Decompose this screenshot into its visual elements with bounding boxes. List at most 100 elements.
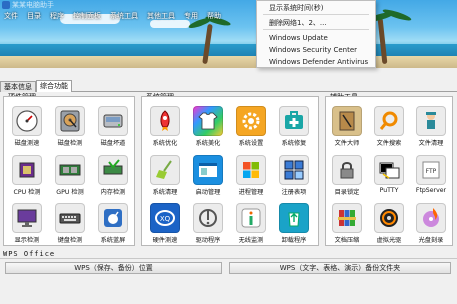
tool-putty[interactable]: PuTTY — [370, 155, 408, 201]
tab-strip: 基本信息 综合功能 — [0, 80, 72, 92]
menu-file[interactable]: 文件 — [4, 11, 18, 21]
menu-control-panel[interactable]: 控制面板 — [73, 11, 101, 21]
firstaid-icon — [285, 111, 303, 129]
ftp-icon: FTP — [422, 161, 440, 179]
tool-file-search[interactable]: 文件搜索 — [370, 106, 408, 152]
tool-label: 系统优化 — [152, 140, 178, 147]
tool-label: 系统美化 — [195, 140, 221, 147]
tool-label: 磁盘检测 — [57, 140, 83, 147]
tool-disc-burn[interactable]: 光盘刻录 — [412, 203, 450, 249]
menu-program[interactable]: 程序 — [50, 11, 64, 21]
tool-uninstall[interactable]: 卸载程序 — [275, 203, 313, 249]
menu-system-tools[interactable]: 系统工具 — [110, 11, 138, 21]
group-system: 系统优化 系统美化 系统设置 系统修复 系统清理 启动管理 进程管理 注册表项 … — [141, 96, 319, 246]
tool-disk-speed[interactable]: 磁盘测速 — [8, 106, 46, 152]
menu-separator — [263, 14, 369, 15]
tool-label: 显示检测 — [14, 237, 40, 244]
disk-speed-icon — [16, 110, 38, 132]
tool-wireless-monitor[interactable]: 无线监测 — [232, 203, 270, 249]
tool-label: 光盘刻录 — [418, 237, 444, 244]
menu-special[interactable]: 专用 — [184, 11, 198, 21]
menu-option-defender[interactable]: Windows Defender Antivirus — [269, 58, 368, 66]
tool-file-master[interactable]: 文件大师 — [328, 106, 366, 152]
tool-label: 系统设置 — [238, 140, 264, 147]
tool-label: 系统修复 — [281, 140, 307, 147]
tab-general-functions[interactable]: 综合功能 — [36, 80, 72, 92]
tool-hardware-benchmark[interactable]: XQ 硬件测速 — [146, 203, 184, 249]
tool-label: 目录锁定 — [334, 189, 360, 196]
tool-cpu-check[interactable]: CPU 检测 — [8, 155, 46, 201]
menu-option-windows-update[interactable]: Windows Update — [269, 34, 328, 42]
menu-option-security-center[interactable]: Windows Security Center — [269, 46, 357, 54]
svg-text:FTP: FTP — [426, 168, 437, 175]
cpu-icon — [19, 162, 35, 178]
tool-archive[interactable]: 文档压缩 — [328, 203, 366, 249]
search-icon — [379, 111, 398, 130]
status-label: WPS Office — [3, 250, 56, 258]
tool-system-optimize[interactable]: 系统优化 — [146, 106, 184, 152]
tool-gpu-check[interactable]: GPU 检测 — [51, 155, 89, 201]
tool-file-cleaner[interactable]: 文件清理 — [412, 106, 450, 152]
tool-disk-check[interactable]: 磁盘检测 — [51, 106, 89, 152]
group-hardware: 磁盘测速 磁盘检测 磁盘坏道 CPU 检测 GPU 检测 内存检测 显示检测 键… — [3, 96, 135, 246]
tool-disk-badsector[interactable]: 磁盘坏道 — [94, 106, 132, 152]
monitor-icon — [17, 209, 37, 227]
rocket-icon — [160, 110, 170, 131]
recycle-icon — [288, 212, 300, 227]
tool-label: 虚拟光驱 — [376, 237, 402, 244]
tool-memory-check[interactable]: 内存检测 — [94, 155, 132, 201]
tool-label: FtpServer — [415, 187, 447, 194]
cleaner-icon — [426, 112, 436, 129]
broom-icon — [156, 160, 172, 179]
tool-system-repair[interactable]: 系统修复 — [275, 106, 313, 152]
tool-directory-lock[interactable]: 目录锁定 — [328, 155, 366, 201]
info-icon — [241, 208, 261, 228]
tool-system-settings[interactable]: 系统设置 — [232, 106, 270, 152]
tool-display-check[interactable]: 显示检测 — [8, 203, 46, 249]
memory-icon — [103, 159, 123, 175]
divider — [0, 258, 457, 259]
title-bar: 某某电脑助手 — [0, 0, 54, 10]
wps-backup-folder-button[interactable]: WPS（文字、表格、演示）备份文件夹 — [229, 262, 451, 274]
menu-option-delete-network[interactable]: 删除网络1、2、... — [269, 18, 327, 28]
tool-system-beautify[interactable]: 系统美化 — [189, 106, 227, 152]
svg-text:XQ: XQ — [160, 215, 171, 223]
tool-process-manager[interactable]: 进程管理 — [232, 155, 270, 201]
tool-virtual-drive[interactable]: 虚拟光驱 — [370, 203, 408, 249]
menu-directory[interactable]: 目录 — [27, 11, 41, 21]
windows-icon — [243, 162, 259, 178]
tool-label: 磁盘坏道 — [100, 140, 126, 147]
menu-help[interactable]: 帮助 — [207, 11, 221, 21]
tool-ftp-server[interactable]: FTP FtpServer — [412, 155, 450, 201]
wps-save-location-button[interactable]: WPS（保存、备份）位置 — [5, 262, 222, 274]
tool-system-bluescreen[interactable]: 系统蓝屏 — [94, 203, 132, 249]
tool-label: 文档压缩 — [334, 237, 360, 244]
menu-option-show-time[interactable]: 显示系统时间(秒) — [269, 3, 323, 13]
gear-icon — [242, 112, 260, 130]
tool-label: GPU 检测 — [56, 189, 84, 196]
tool-label: 卸载程序 — [281, 237, 307, 244]
tool-driver[interactable]: 驱动程序 — [189, 203, 227, 249]
archive-icon — [338, 210, 356, 226]
tool-startup-manager[interactable]: 启动管理 — [189, 155, 227, 201]
startup-icon — [199, 163, 217, 177]
registry-icon — [284, 160, 304, 180]
lock-icon — [340, 162, 354, 179]
tool-label: 磁盘测速 — [14, 140, 40, 147]
tool-registry[interactable]: 注册表项 — [275, 155, 313, 201]
tool-label: 启动管理 — [195, 189, 221, 196]
tool-label: CPU 检测 — [13, 189, 41, 196]
tool-label: 无线监测 — [238, 237, 264, 244]
keyboard-icon — [59, 213, 81, 224]
tool-label: 文件大师 — [334, 140, 360, 147]
dropdown-menu: 显示系统时间(秒) 删除网络1、2、... Windows Update Win… — [256, 0, 376, 68]
tool-label: 驱动程序 — [195, 237, 221, 244]
putty-icon — [379, 162, 400, 179]
menu-other-tools[interactable]: 其他工具 — [147, 11, 175, 21]
tool-label: 文件搜索 — [376, 140, 402, 147]
tool-keyboard-check[interactable]: 键盘检测 — [51, 203, 89, 249]
tab-basic-info[interactable]: 基本信息 — [0, 81, 36, 92]
tool-label: 进程管理 — [238, 189, 264, 196]
tool-system-clean[interactable]: 系统清理 — [146, 155, 184, 201]
tshirt-icon — [198, 112, 218, 130]
